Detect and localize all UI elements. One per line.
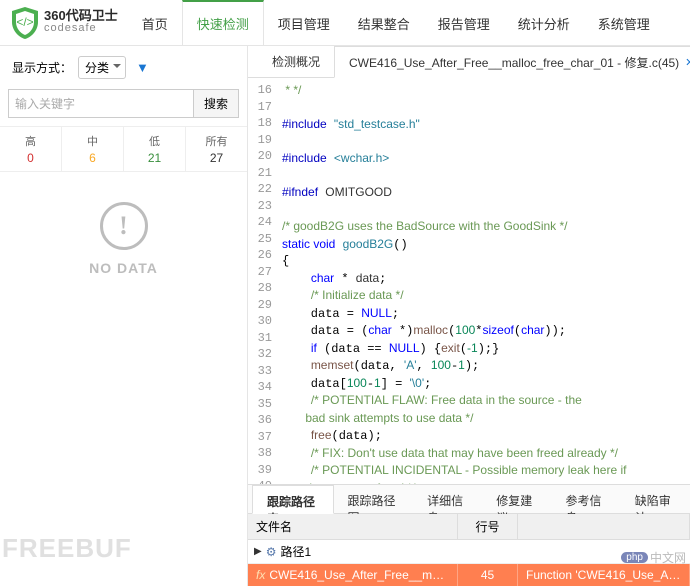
bottom-tab[interactable]: 详细信息 (413, 485, 482, 513)
bottom-tab[interactable]: 跟踪路径表 (252, 485, 334, 514)
severity-cell[interactable]: 高0 (0, 127, 62, 171)
main-area: 显示方式： 分类 ▼ 搜索 高0中6低21所有27 ! NO DATA 检测概况… (0, 46, 690, 586)
left-panel: 显示方式： 分类 ▼ 搜索 高0中6低21所有27 ! NO DATA (0, 46, 248, 586)
tab-file-label: CWE416_Use_After_Free__malloc_free_char_… (349, 54, 679, 71)
nav-item[interactable]: 快速检测 (182, 0, 264, 45)
bottom-tab[interactable]: 跟踪路径图 (334, 485, 414, 513)
search-input[interactable] (8, 89, 194, 118)
code-tabs: 检测概况 CWE416_Use_After_Free__malloc_free_… (248, 46, 690, 78)
nav-item[interactable]: 项目管理 (264, 0, 344, 45)
severity-cell[interactable]: 所有27 (186, 127, 247, 171)
display-mode-select[interactable]: 分类 (78, 56, 126, 79)
nav-item[interactable]: 系统管理 (584, 0, 664, 45)
table-header-row: 文件名 行号 (248, 514, 690, 540)
nav-item[interactable]: 报告管理 (424, 0, 504, 45)
logo-title-en: codesafe (44, 22, 118, 35)
trace-table: 文件名 行号 ▶ ⚙ 路径1 fxCWE416_Use_After_Free__… (248, 514, 690, 586)
severity-summary: 高0中6低21所有27 (0, 126, 247, 172)
right-panel: 检测概况 CWE416_Use_After_Free__malloc_free_… (248, 46, 690, 586)
main-nav: 首页快速检测项目管理结果整合报告管理统计分析系统管理 (128, 0, 664, 45)
bottom-tab[interactable]: 参考信息 (552, 485, 621, 513)
logo: </> 360代码卫士 codesafe (0, 6, 128, 40)
code-lines: * */ #include "std_testcase.h" #include … (282, 82, 690, 484)
svg-text:</>: </> (16, 15, 33, 29)
filter-icon[interactable]: ▼ (136, 60, 149, 75)
app-header: </> 360代码卫士 codesafe 首页快速检测项目管理结果整合报告管理统… (0, 0, 690, 46)
path-label: 路径1 (280, 543, 311, 560)
line-gutter: 16 17 18 19 20 21 22 23 24 25 26 27 28 2… (248, 82, 282, 484)
col-file-header: 文件名 (248, 514, 458, 539)
nav-item[interactable]: 首页 (128, 0, 182, 45)
search-button[interactable]: 搜索 (194, 89, 239, 118)
close-icon[interactable]: ✕ (685, 56, 690, 69)
col-line-header: 行号 (458, 514, 518, 539)
exclamation-icon: ! (100, 202, 148, 250)
code-editor[interactable]: 16 17 18 19 20 21 22 23 24 25 26 27 28 2… (248, 78, 690, 484)
severity-cell[interactable]: 低21 (124, 127, 186, 171)
path-icon: ⚙ (266, 545, 277, 559)
search-row: 搜索 (0, 89, 247, 126)
table-row[interactable]: fxCWE416_Use_After_Free__malloc_fre... 4… (248, 564, 690, 586)
logo-title-cn: 360代码卫士 (44, 9, 118, 22)
nav-item[interactable]: 结果整合 (344, 0, 424, 45)
bottom-tabs: 跟踪路径表跟踪路径图详细信息修复建议参考信息缺陷审计 (248, 484, 690, 514)
chevron-down-icon: ▶ (254, 546, 262, 557)
no-data-placeholder: ! NO DATA (0, 172, 247, 306)
col-desc-header (518, 514, 690, 539)
shield-icon: </> (10, 6, 40, 40)
bottom-tab[interactable]: 修复建议 (482, 485, 551, 513)
path-group-row[interactable]: ▶ ⚙ 路径1 (248, 540, 690, 564)
tab-file[interactable]: CWE416_Use_After_Free__malloc_free_char_… (334, 46, 690, 78)
display-mode-label: 显示方式： (12, 59, 72, 76)
bottom-tab[interactable]: 缺陷审计 (621, 485, 690, 513)
cell-desc: Function 'CWE416_Use_After_Free__mall (518, 564, 690, 586)
display-mode-row: 显示方式： 分类 ▼ (0, 46, 247, 89)
cell-line: 45 (458, 564, 518, 586)
severity-cell[interactable]: 中6 (62, 127, 124, 171)
function-icon: fx (256, 568, 265, 582)
cell-file: fxCWE416_Use_After_Free__malloc_fre... (248, 564, 458, 586)
no-data-text: NO DATA (89, 260, 158, 276)
tab-overview[interactable]: 检测概况 (258, 46, 334, 77)
nav-item[interactable]: 统计分析 (504, 0, 584, 45)
